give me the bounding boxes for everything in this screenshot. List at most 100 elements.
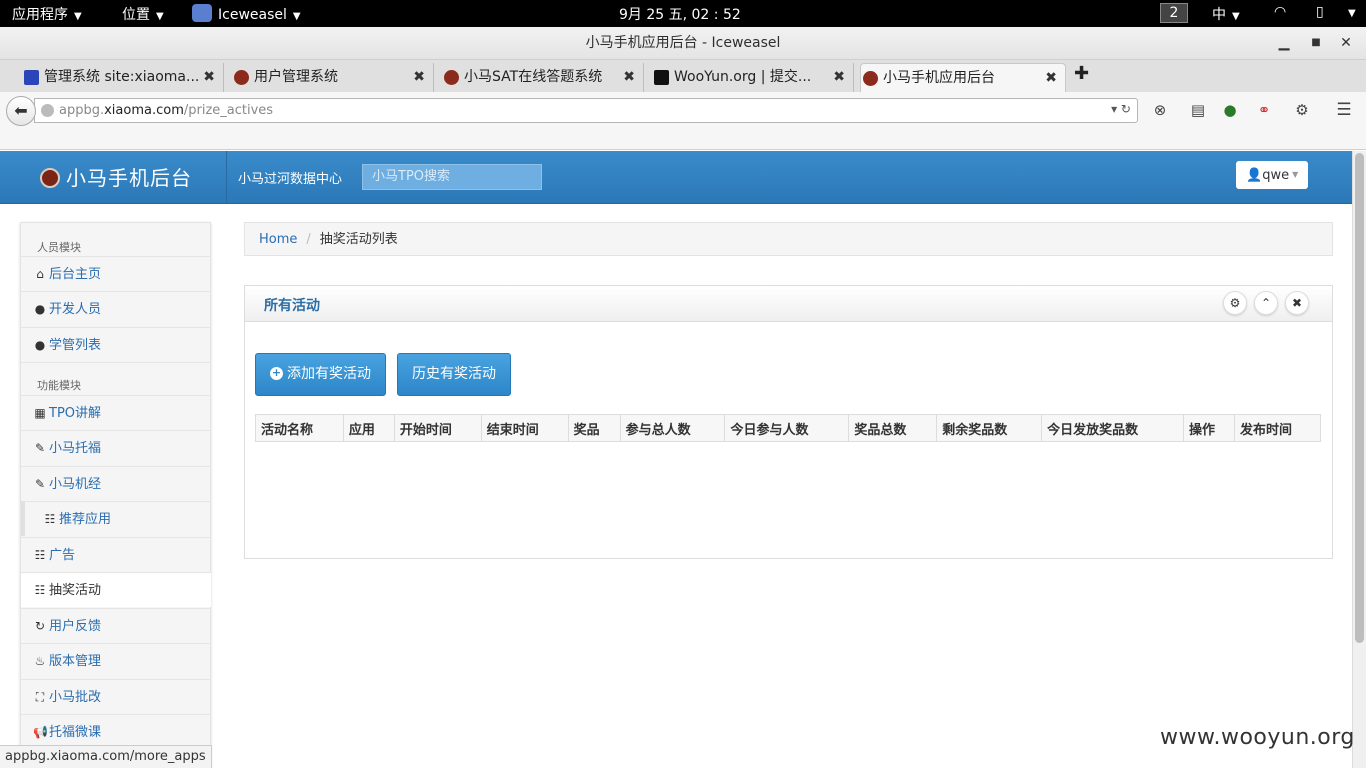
column-header[interactable]: 结束时间 <box>480 414 569 442</box>
system-menu[interactable]: ▼ <box>1342 4 1356 20</box>
gear-icon[interactable]: ⚙ <box>1294 102 1310 118</box>
window-title: 小马手机应用后台 - Iceweasel <box>585 35 781 51</box>
clock[interactable]: 9月 25 五, 02 : 52 <box>619 4 741 24</box>
wooyun-favicon <box>654 70 669 85</box>
sidebar-item-developers[interactable]: ● 开发人员 <box>21 291 211 326</box>
user-icon: ● <box>34 338 46 352</box>
sidebar-item-toefl[interactable]: ✎ 小马托福 <box>21 430 211 465</box>
active-app-menu[interactable]: Iceweasel ▼ <box>192 4 301 23</box>
tab-user-management[interactable]: 用户管理系统 ✖ <box>232 63 434 92</box>
menu-arrow-icon: ▼ <box>1232 11 1240 22</box>
close-tab-icon[interactable]: ✖ <box>203 63 215 91</box>
menu-arrow-icon: ▼ <box>156 11 164 22</box>
column-header[interactable]: 开始时间 <box>393 414 482 442</box>
minimize-button[interactable]: ▁ <box>1274 33 1294 53</box>
column-header[interactable]: 剩余奖品数 <box>936 414 1043 442</box>
url-text[interactable]: appbg.xiaoma.com/prize_actives <box>59 103 273 118</box>
tpo-search-input[interactable]: 小马TPO搜索 <box>362 164 542 190</box>
tab-bar: 管理系统 site:xiaoma... ✖ 用户管理系统 ✖ 小马SAT在线答题… <box>0 60 1366 92</box>
battery-icon[interactable]: ▯ <box>1316 4 1324 20</box>
brand[interactable]: 小马手机后台 <box>40 162 192 191</box>
sidebar-item-versions[interactable]: ♨ 版本管理 <box>21 643 211 678</box>
user-icon: 👤 <box>1246 168 1263 183</box>
sidebar-item-jijing[interactable]: ✎ 小马机经 <box>21 466 211 501</box>
column-header[interactable]: 操作 <box>1183 414 1235 442</box>
new-tab-button[interactable]: ✚ <box>1074 63 1089 84</box>
sidebar-item-home[interactable]: ⌂ 后台主页 <box>21 256 211 291</box>
xiaoma-favicon <box>863 71 878 86</box>
noscript-icon[interactable]: ⊗ <box>1152 102 1168 118</box>
baidu-paw-icon <box>24 70 39 85</box>
column-header[interactable]: 发布时间 <box>1233 414 1322 442</box>
sidebar-item-correction[interactable]: ⛶ 小马批改 <box>21 679 211 714</box>
list-icon: ☷ <box>44 512 56 526</box>
column-header[interactable]: 今日参与人数 <box>724 414 850 442</box>
globe-icon <box>41 104 54 117</box>
close-tab-icon[interactable]: ✖ <box>413 63 425 91</box>
tab-xiaoma-backend[interactable]: 小马手机应用后台 ✖ <box>860 63 1066 92</box>
sidebar-item-ads[interactable]: ☷ 广告 <box>21 537 211 572</box>
list-icon: ☷ <box>34 548 46 562</box>
scrollbar-thumb[interactable] <box>1355 153 1364 643</box>
user-icon: ● <box>34 302 46 316</box>
back-button[interactable]: ⬅ <box>6 96 36 126</box>
edit-icon: ✎ <box>34 477 46 491</box>
column-header[interactable]: 参与总人数 <box>619 414 726 442</box>
user-dropdown-button[interactable]: 👤qwe ▼ <box>1236 161 1308 189</box>
sidebar-item-micro-course[interactable]: 📢托福微课 <box>21 714 211 749</box>
page-scrollbar[interactable] <box>1352 151 1366 768</box>
tab-sat-system[interactable]: 小马SAT在线答题系统 ✖ <box>442 63 644 92</box>
refresh-icon: ↻ <box>34 619 46 633</box>
tab-wooyun[interactable]: WooYun.org | 提交... ✖ <box>652 63 854 92</box>
reader-icon[interactable]: ▤ <box>1190 102 1206 118</box>
addon-green-icon[interactable]: ● <box>1222 102 1238 118</box>
activities-panel: 所有活动 ⚙ ⌃ ✖ + 添加有奖活动 历史有奖活动 活动名称 应用 开始时间 结… <box>244 285 1333 559</box>
sidebar-item-tpo[interactable]: ▦ TPO讲解 <box>21 395 211 430</box>
column-header[interactable]: 今日发放奖品数 <box>1041 414 1185 442</box>
navigation-toolbar: appbg.xiaoma.com/prize_actives ▾ ↻ ⬅ ⊗ ▤… <box>0 92 1366 150</box>
hamburger-menu-icon[interactable]: ☰ <box>1336 102 1352 119</box>
column-header[interactable]: 奖品 <box>567 414 621 442</box>
breadcrumb: Home / 抽奖活动列表 <box>244 222 1333 256</box>
cog-icon: ⚙ <box>1229 296 1241 310</box>
panel-close-button[interactable]: ✖ <box>1285 291 1309 315</box>
applications-menu[interactable]: 应用程序 ▼ <box>12 4 82 24</box>
sidebar-item-recommended-apps[interactable]: ☷ 推荐应用 <box>21 501 211 536</box>
data-center-link[interactable]: 小马过河数据中心 <box>238 168 342 187</box>
home-icon: ⌂ <box>36 267 44 281</box>
workspace-indicator[interactable]: 2 <box>1160 3 1188 23</box>
sidebar-item-lottery[interactable]: ☷ 抽奖活动 <box>21 572 211 607</box>
watermark: www.wooyun.org <box>1160 725 1355 750</box>
column-header[interactable]: 奖品总数 <box>848 414 938 442</box>
fullscreen-icon: ⛶ <box>35 690 45 704</box>
status-bar-link-preview: appbg.xiaoma.com/more_apps <box>0 745 212 768</box>
column-header[interactable]: 应用 <box>342 414 395 442</box>
panel-settings-button[interactable]: ⚙ <box>1223 291 1247 315</box>
close-tab-icon[interactable]: ✖ <box>623 63 635 91</box>
panel-collapse-button[interactable]: ⌃ <box>1254 291 1278 315</box>
add-prize-activity-button[interactable]: + 添加有奖活动 <box>255 353 386 396</box>
fire-icon: ♨ <box>34 654 46 668</box>
app-header: 小马手机后台 小马过河数据中心 小马TPO搜索 👤qwe ▼ <box>0 151 1352 204</box>
tab-admin-system[interactable]: 管理系统 site:xiaoma... ✖ <box>22 63 224 92</box>
addon-red-icon[interactable]: ⚭ <box>1256 102 1272 118</box>
breadcrumb-home-link[interactable]: Home <box>259 232 297 247</box>
wifi-icon[interactable]: ◠ <box>1274 4 1286 20</box>
sidebar-item-feedback[interactable]: ↻ 用户反馈 <box>21 608 211 643</box>
close-icon: ✖ <box>1291 296 1303 310</box>
url-bar[interactable]: appbg.xiaoma.com/prize_actives ▾ ↻ <box>34 98 1138 123</box>
iceweasel-icon <box>192 4 212 22</box>
maximize-button[interactable]: ■ <box>1306 33 1326 53</box>
close-tab-icon[interactable]: ✖ <box>833 63 845 91</box>
arrow-left-icon: ⬅ <box>14 101 28 120</box>
places-menu[interactable]: 位置 ▼ <box>122 4 164 24</box>
close-window-button[interactable]: ✕ <box>1336 33 1356 53</box>
header-divider <box>226 151 227 204</box>
sidebar-item-managers[interactable]: ● 学管列表 <box>21 327 211 362</box>
reload-icon[interactable]: ▾ ↻ <box>1111 102 1131 116</box>
input-method-menu[interactable]: 中 ▼ <box>1212 4 1240 24</box>
plus-circle-icon: + <box>270 366 283 380</box>
history-prize-activity-button[interactable]: 历史有奖活动 <box>397 353 511 396</box>
column-header[interactable]: 活动名称 <box>255 414 344 442</box>
close-tab-icon[interactable]: ✖ <box>1045 64 1057 92</box>
